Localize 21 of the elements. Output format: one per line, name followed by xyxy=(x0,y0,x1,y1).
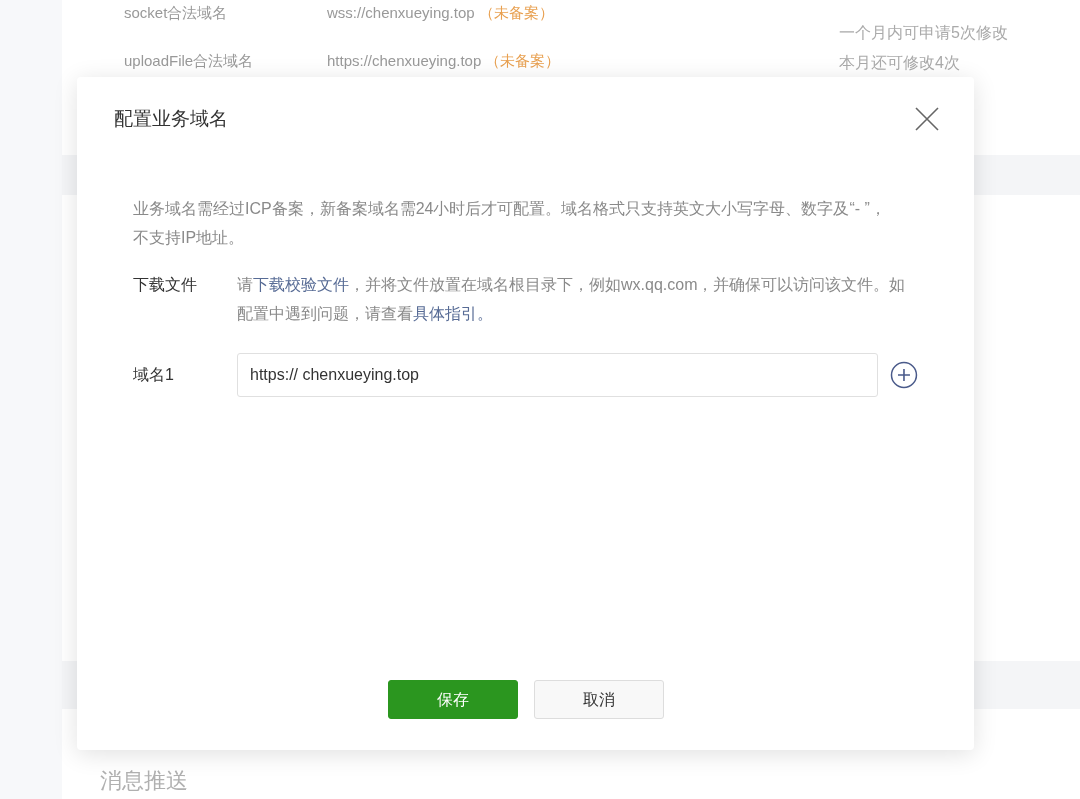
add-icon[interactable] xyxy=(890,360,918,389)
download-instructions: 请下载校验文件，并将文件放置在域名根目录下，例如wx.qq.com，并确保可以访问该文件。如配置中遇到问题，请查看具体指引。 xyxy=(237,274,907,324)
link[interactable]: 下载校验文件 xyxy=(253,275,349,293)
domain-input[interactable]: https:// chenxueying.top xyxy=(237,352,879,397)
domain-value: https://chenxueying.top xyxy=(327,52,482,70)
filing-status: （未备案） xyxy=(485,52,561,70)
dialog-title: 配置业务域名 xyxy=(114,107,228,131)
domain-label: socket合法域名 xyxy=(124,4,229,22)
cancel-button[interactable]: 取消 xyxy=(533,680,664,719)
close-icon[interactable] xyxy=(914,106,940,133)
filing-status: （未备案） xyxy=(478,4,554,22)
section-title: 消息推送 xyxy=(100,767,188,795)
notice-text: 业务域名需经过ICP备案，新备案域名需24小时后才可配置。域名格式只支持英文大小写字母、数字及“- ”，不支持IP地址。 xyxy=(133,198,887,248)
domain-label: uploadFile合法域名 xyxy=(124,52,255,70)
field-label: 域名1 xyxy=(133,364,175,385)
link[interactable]: 具体指引。 xyxy=(413,304,493,322)
quota-note: 一个月内可申请5次修改 xyxy=(839,23,1008,43)
quota-note: 本月还可修改4次 xyxy=(839,53,961,73)
save-button[interactable]: 保存 xyxy=(387,680,518,719)
domain-value: wss://chenxueying.top xyxy=(327,4,475,22)
field-label: 下载文件 xyxy=(133,274,198,295)
